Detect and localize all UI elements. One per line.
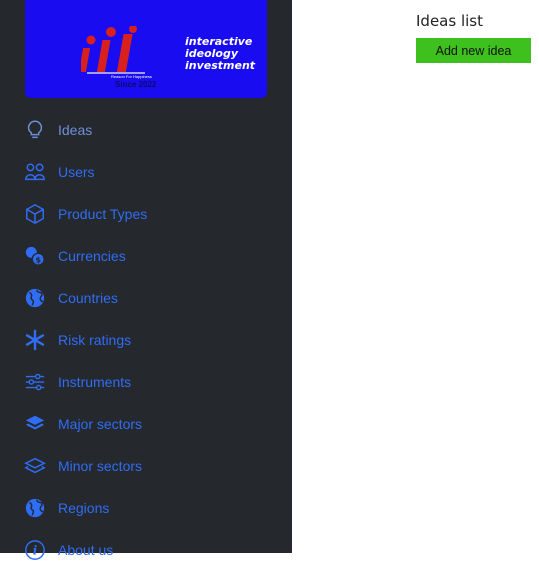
coins-icon: $ xyxy=(24,245,46,267)
sidebar-item-label: Major sectors xyxy=(58,416,143,432)
svg-text:$: $ xyxy=(35,254,41,264)
page-title: Ideas list xyxy=(416,12,483,30)
sidebar-item-label: Risk ratings xyxy=(58,332,132,348)
info-icon: i xyxy=(24,539,46,561)
sidebar-item-regions[interactable]: Regions xyxy=(0,488,292,528)
lightbulb-icon xyxy=(24,119,46,141)
sidebar-item-users[interactable]: Users xyxy=(0,152,292,192)
users-icon xyxy=(24,161,46,183)
sidebar-item-label: Regions xyxy=(58,500,110,516)
sidebar-item-label: Minor sectors xyxy=(58,458,143,474)
globe-icon xyxy=(24,287,46,309)
sidebar-item-risk-ratings[interactable]: Risk ratings xyxy=(0,320,292,360)
sidebar-item-label: Ideas xyxy=(58,122,93,138)
box-icon xyxy=(24,203,46,225)
asterisk-icon xyxy=(24,329,46,351)
sidebar-item-product-types[interactable]: Product Types xyxy=(0,194,292,234)
sidebar-item-major-sectors[interactable]: Major sectors xyxy=(0,404,292,444)
logo-since: Since 2022 xyxy=(115,80,157,89)
sidebar-item-about-us[interactable]: i About us xyxy=(0,530,292,570)
logo[interactable]: interactive ideology investment Reason F… xyxy=(25,0,267,98)
logo-text: interactive ideology investment xyxy=(185,36,255,72)
layers-outline-icon xyxy=(24,455,46,477)
sidebar-item-ideas[interactable]: Ideas xyxy=(0,110,292,150)
svg-text:i: i xyxy=(33,544,38,558)
sidebar-item-minor-sectors[interactable]: Minor sectors xyxy=(0,446,292,486)
sidebar-item-countries[interactable]: Countries xyxy=(0,278,292,318)
sidebar-item-label: Users xyxy=(58,164,95,180)
logo-line-3: investment xyxy=(185,59,256,72)
main-content: Ideas list Add new idea xyxy=(292,0,539,553)
logo-tagline: Reason For Happiness xyxy=(111,74,152,79)
sidebar-item-label: About us xyxy=(58,542,114,558)
sidebar-item-label: Instruments xyxy=(58,374,132,390)
sidebar-item-label: Countries xyxy=(58,290,118,306)
globe-icon xyxy=(24,497,46,519)
layers-filled-icon xyxy=(24,413,46,435)
sidebar-item-currencies[interactable]: $ Currencies xyxy=(0,236,292,276)
sidebar: interactive ideology investment Reason F… xyxy=(0,0,292,560)
sliders-icon xyxy=(24,371,46,393)
add-new-idea-button[interactable]: Add new idea xyxy=(416,38,531,63)
sidebar-item-instruments[interactable]: Instruments xyxy=(0,362,292,402)
sidebar-item-label: Product Types xyxy=(58,206,148,222)
sidebar-item-label: Currencies xyxy=(58,248,126,264)
